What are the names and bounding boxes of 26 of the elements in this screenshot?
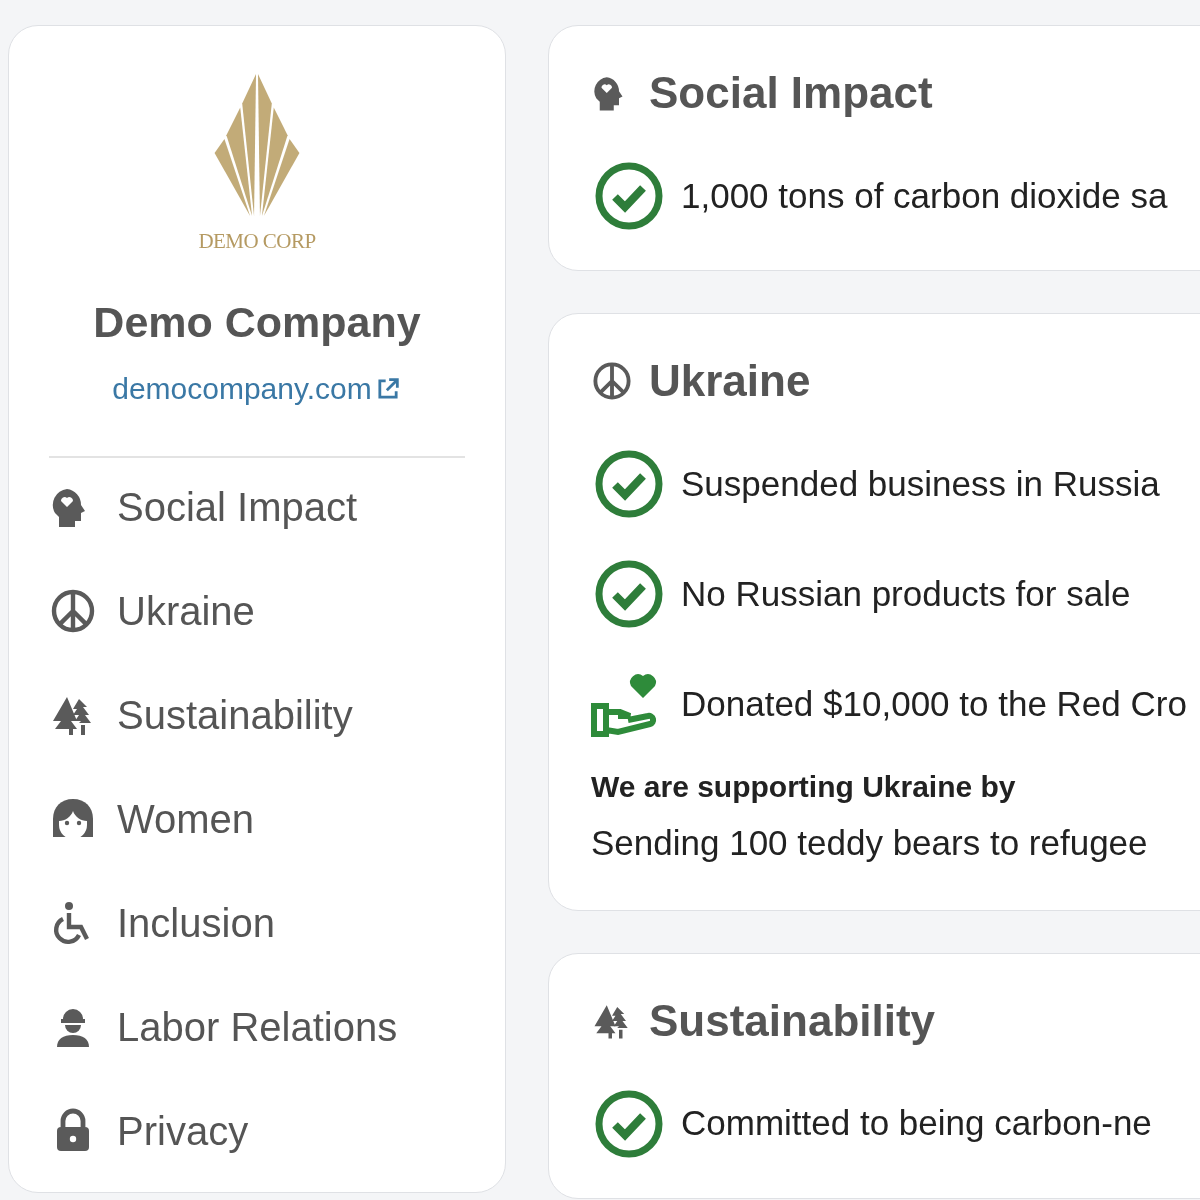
- item-text: Donated $10,000 to the Red Cro: [681, 682, 1187, 725]
- nav-link[interactable]: Labor Relations: [49, 1000, 465, 1054]
- peace-icon: [49, 587, 97, 635]
- support-heading: We are supporting Ukraine by: [591, 769, 1017, 805]
- company-name: Demo Company: [93, 296, 421, 348]
- section-title: Sustainability: [649, 994, 936, 1047]
- nav-link[interactable]: Social Impact: [49, 480, 465, 534]
- section-title: Social Impact: [649, 67, 933, 119]
- nav-link[interactable]: Sustainability: [49, 688, 465, 742]
- item-text: 1,000 tons of carbon dioxide sa: [681, 174, 1168, 217]
- company-logo: DEMO CORP: [198, 74, 316, 258]
- peace-icon: [591, 360, 633, 402]
- item-text: Committed to being carbon-ne: [681, 1102, 1152, 1145]
- website-link[interactable]: democompany.com: [112, 366, 402, 411]
- check-circle-icon: [595, 560, 663, 628]
- nav-link[interactable]: Privacy: [49, 1104, 465, 1158]
- check-circle-icon: [595, 162, 663, 230]
- section-title: Ukraine: [649, 355, 811, 407]
- nav-link[interactable]: Inclusion: [49, 896, 465, 950]
- item-text: Suspended business in Russia: [681, 462, 1160, 505]
- check-circle-icon: [595, 450, 663, 518]
- nav-link[interactable]: Women: [49, 792, 465, 846]
- check-circle-icon: [595, 1089, 663, 1158]
- support-text: Sending 100 teddy bears to refugee: [591, 822, 1149, 864]
- nav-link[interactable]: Ukraine: [49, 584, 465, 638]
- item-text: No Russian products for sale: [681, 572, 1131, 615]
